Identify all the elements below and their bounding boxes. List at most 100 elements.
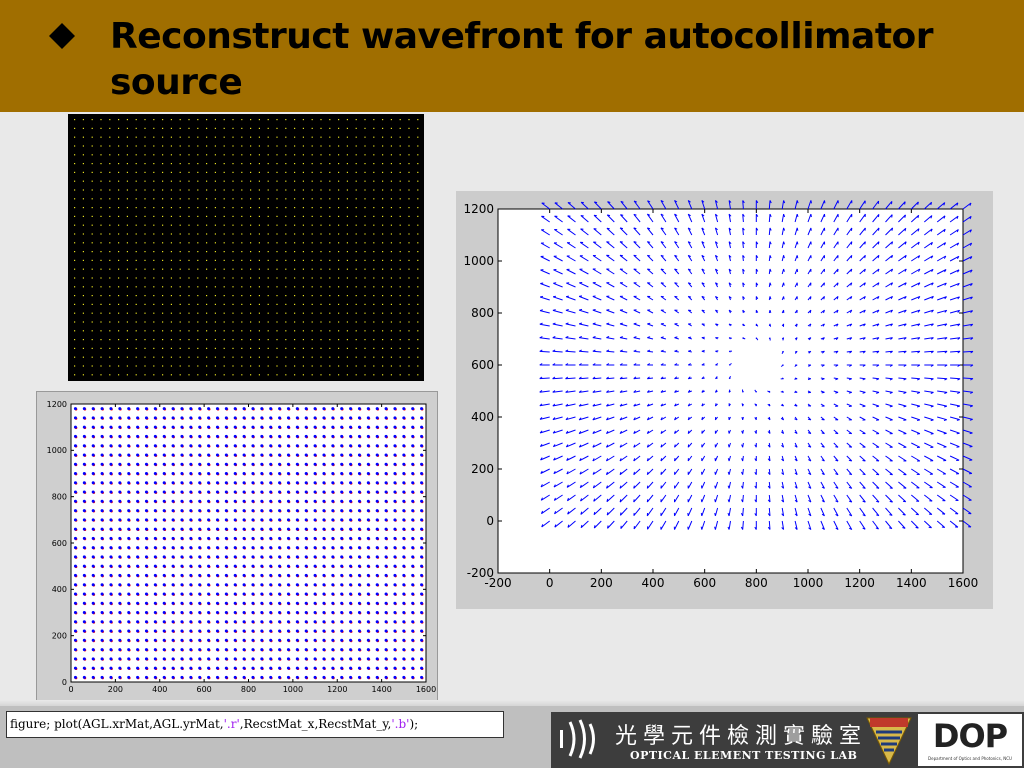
blue-point <box>286 546 290 550</box>
blue-point <box>295 657 299 661</box>
spot-dot <box>417 233 419 235</box>
spot-dot <box>135 312 137 314</box>
spot-dot <box>214 163 216 165</box>
spot-dot <box>206 224 208 226</box>
blue-point <box>402 592 406 596</box>
spot-dot <box>258 180 260 182</box>
spot-dot <box>294 224 296 226</box>
spot-dot <box>118 242 120 244</box>
quiver-arrow <box>567 202 576 210</box>
blue-point <box>189 407 193 411</box>
spot-dot <box>320 242 322 244</box>
blue-point <box>82 527 86 531</box>
spot-dot <box>267 339 269 341</box>
blue-point <box>242 629 246 633</box>
blue-point <box>189 666 193 670</box>
blue-point <box>340 407 344 411</box>
spot-dot <box>320 145 322 147</box>
blue-point <box>207 407 211 411</box>
spot-dot <box>373 207 375 209</box>
blue-point <box>136 407 140 411</box>
blue-point <box>189 416 193 420</box>
spot-dot <box>82 356 84 358</box>
spot-dot <box>276 145 278 147</box>
spot-dot <box>214 321 216 323</box>
spot-dot <box>355 295 357 297</box>
spot-dot <box>338 251 340 253</box>
blue-point <box>215 416 219 420</box>
spot-dot <box>135 136 137 138</box>
spot-dot <box>399 180 401 182</box>
blue-point <box>393 472 397 475</box>
spot-dot <box>153 321 155 323</box>
blue-point <box>73 509 77 513</box>
spot-dot <box>285 251 287 253</box>
spot-dot <box>82 233 84 235</box>
spot-dot <box>311 286 313 288</box>
blue-point <box>393 527 397 531</box>
spot-dot <box>346 374 348 376</box>
spot-dot <box>329 339 331 341</box>
x-tick-label: 600 <box>196 685 211 694</box>
spot-dot <box>417 259 419 261</box>
spot-dot <box>338 189 340 191</box>
spot-dot <box>364 215 366 217</box>
blue-point <box>207 564 211 568</box>
blue-point <box>180 666 184 670</box>
spot-dot <box>276 189 278 191</box>
spot-dot <box>74 347 76 349</box>
quiver-arrow <box>554 202 563 210</box>
blue-point <box>420 518 424 522</box>
blue-point <box>224 416 228 420</box>
spot-dot <box>382 259 384 261</box>
spot-dot <box>408 119 410 121</box>
blue-point <box>349 527 353 531</box>
code-string-blue: '.b' <box>391 717 410 731</box>
spot-dot <box>258 321 260 323</box>
blue-point <box>384 555 388 559</box>
blue-point <box>100 555 104 559</box>
spot-dot <box>197 303 199 305</box>
spot-dot <box>179 180 181 182</box>
spot-dot <box>382 286 384 288</box>
spot-dot <box>109 251 111 253</box>
spot-dot <box>417 145 419 147</box>
blue-point <box>411 425 415 429</box>
blue-point <box>136 453 140 457</box>
blue-point <box>349 611 353 614</box>
spot-dot <box>144 163 146 165</box>
blue-point <box>304 675 308 679</box>
blue-point <box>100 499 104 503</box>
spot-dot <box>390 277 392 279</box>
blue-point <box>251 407 255 411</box>
dop-logo-subtitle: Department of Optics and Photonics, NCU <box>928 756 1012 761</box>
spot-dot <box>320 224 322 226</box>
blue-point <box>82 490 86 494</box>
blue-point <box>375 657 379 661</box>
spot-dot <box>399 224 401 226</box>
blue-point <box>420 472 424 475</box>
blue-point <box>215 490 219 494</box>
blue-point <box>402 555 406 559</box>
blue-point <box>411 472 415 475</box>
blue-point <box>269 583 273 587</box>
spot-dot <box>417 127 419 129</box>
blue-point <box>198 564 202 568</box>
blue-point <box>251 601 255 605</box>
spot-dot <box>179 268 181 270</box>
spot-dot <box>214 330 216 332</box>
spot-dot <box>197 207 199 209</box>
blue-point <box>73 434 77 438</box>
spot-dot <box>355 321 357 323</box>
spot-dot <box>329 268 331 270</box>
spot-dot <box>382 251 384 253</box>
spot-dot <box>241 312 243 314</box>
blue-point <box>286 481 290 485</box>
blue-point <box>313 518 317 522</box>
spot-dot <box>399 233 401 235</box>
spot-dot <box>223 171 225 173</box>
spot-dot <box>197 180 199 182</box>
blue-point <box>411 648 415 652</box>
spot-dot <box>135 224 137 226</box>
blue-point <box>349 583 353 587</box>
